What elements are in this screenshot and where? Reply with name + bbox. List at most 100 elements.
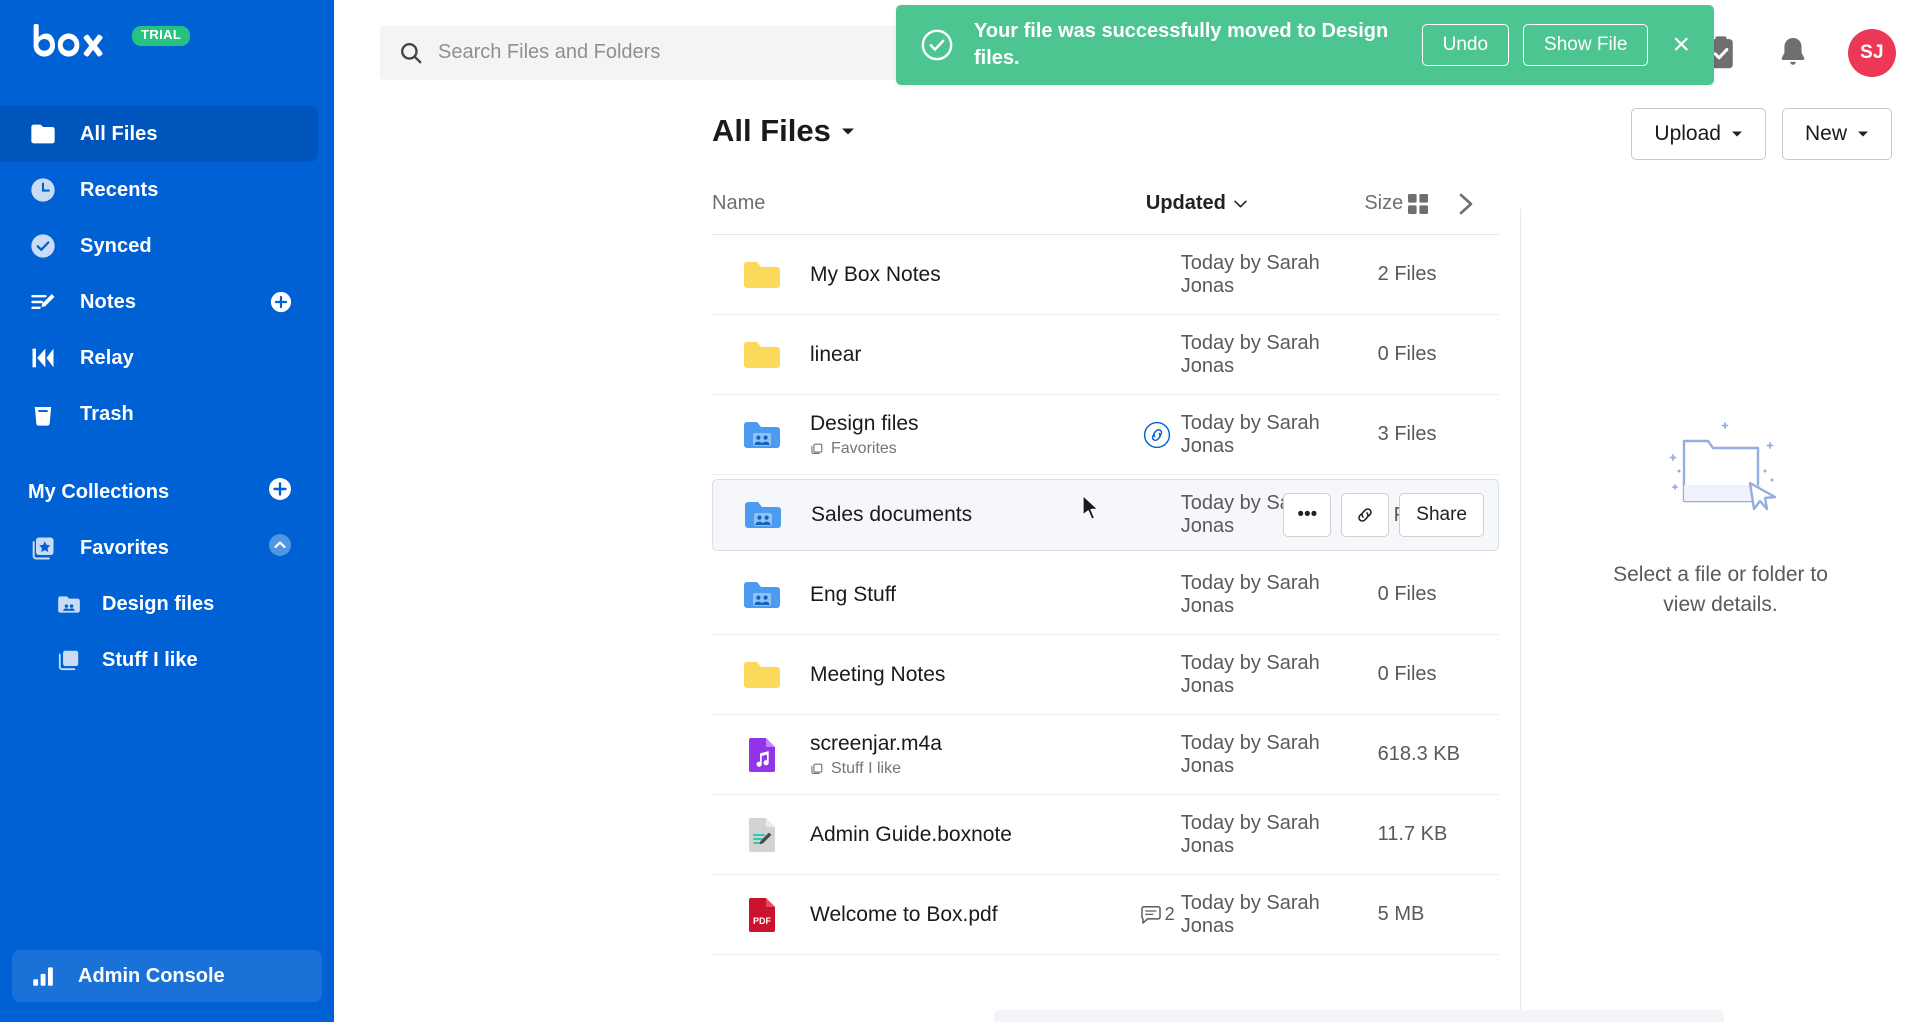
folder-shared-icon bbox=[735, 499, 791, 531]
row-badge[interactable] bbox=[1134, 421, 1181, 449]
table-row[interactable]: linear Today by Sarah Jonas 0 Files bbox=[712, 315, 1499, 395]
new-label: New bbox=[1804, 122, 1847, 145]
file-size: 0 Files bbox=[1377, 663, 1437, 685]
undo-button[interactable]: Undo bbox=[1421, 24, 1510, 66]
svg-text:PDF: PDF bbox=[753, 916, 772, 926]
new-button[interactable]: New bbox=[1781, 108, 1892, 160]
table-row[interactable]: Eng Stuff Today by Sarah Jonas 0 Files bbox=[712, 555, 1499, 635]
sidebar-item-stuff-i-like[interactable]: Stuff I like bbox=[0, 632, 334, 688]
collection-tag-icon bbox=[810, 762, 824, 776]
upload-button[interactable]: Upload bbox=[1631, 108, 1766, 160]
clock-icon bbox=[28, 175, 58, 205]
shared-folder-icon bbox=[56, 591, 82, 617]
sidebar-item-synced[interactable]: Synced bbox=[0, 218, 334, 274]
column-header-name[interactable]: Name bbox=[712, 192, 1146, 215]
file-size: 618.3 KB bbox=[1377, 743, 1460, 765]
box-logo bbox=[33, 24, 103, 57]
sidebar-item-trash[interactable]: Trash bbox=[0, 386, 334, 442]
file-name-cell: Admin Guide.boxnote bbox=[790, 823, 1134, 847]
sidebar-item-label: Notes bbox=[80, 290, 137, 313]
table-row[interactable]: Admin Guide.boxnote Today by Sarah Jonas… bbox=[712, 795, 1499, 875]
table-row[interactable]: PDF Welcome to Box.pdf 2 Today by Sarah … bbox=[712, 875, 1499, 955]
table-row[interactable]: My Box Notes Today by Sarah Jonas 2 File… bbox=[712, 235, 1499, 315]
folder-shared-icon bbox=[734, 419, 790, 451]
row-action-buttons: ••• Share bbox=[1283, 493, 1484, 537]
show-file-button[interactable]: Show File bbox=[1523, 24, 1649, 66]
add-collection-icon[interactable] bbox=[268, 477, 292, 507]
relay-icon bbox=[28, 343, 58, 373]
folder-shared-icon bbox=[734, 579, 790, 611]
file-name: Eng Stuff bbox=[810, 582, 897, 606]
chevron-down-icon bbox=[1858, 131, 1868, 137]
sidebar-item-notes[interactable]: Notes bbox=[0, 274, 334, 330]
table-row[interactable]: screenjar.m4a Stuff I like Today by Sara… bbox=[712, 715, 1499, 795]
sidebar-item-favorites[interactable]: Favorites bbox=[0, 520, 334, 576]
file-name: Design files bbox=[810, 411, 919, 435]
notifications-bell-icon[interactable] bbox=[1776, 35, 1810, 71]
sidebar: TRIAL All Files Recents Synced Notes Rel… bbox=[0, 0, 334, 1022]
file-name: Admin Guide.boxnote bbox=[810, 822, 1012, 846]
file-collection-tag: Favorites bbox=[810, 440, 1134, 458]
file-updated: Today by Sarah Jonas bbox=[1180, 411, 1320, 457]
table-row[interactable]: Meeting Notes Today by Sarah Jonas 0 Fil… bbox=[712, 635, 1499, 715]
grid-view-icon[interactable] bbox=[1407, 193, 1429, 215]
main-area: Buy Now ? SJ bbox=[334, 0, 1920, 1022]
file-name-cell: linear bbox=[790, 343, 1134, 367]
favorites-icon bbox=[28, 533, 58, 563]
close-icon[interactable]: × bbox=[1666, 30, 1696, 60]
file-updated: Today by Sarah Jonas bbox=[1180, 651, 1320, 697]
table-row-selected[interactable]: Sales documents Today by Sarah Jonas 0 F… bbox=[712, 479, 1499, 551]
file-updated: Today by Sarah Jonas bbox=[1180, 251, 1320, 297]
page-title: All Files bbox=[712, 113, 831, 148]
table-row[interactable]: Design files Favorites Today by Sarah Jo… bbox=[712, 395, 1499, 475]
more-options-button[interactable]: ••• bbox=[1283, 493, 1332, 537]
folder-yellow-icon bbox=[734, 339, 790, 371]
file-collection-tag: Stuff I like bbox=[810, 760, 1134, 778]
admin-console-label: Admin Console bbox=[78, 964, 225, 987]
brand-logo-row[interactable]: TRIAL bbox=[0, 0, 334, 86]
copy-link-button[interactable] bbox=[1341, 493, 1390, 537]
shared-link-icon bbox=[1144, 421, 1171, 448]
check-circle-icon bbox=[28, 231, 58, 261]
expand-panel-chevron-icon[interactable] bbox=[1455, 192, 1477, 216]
comment-icon bbox=[1140, 905, 1161, 924]
file-name-cell: Eng Stuff bbox=[790, 583, 1134, 607]
my-collections-label: My Collections bbox=[28, 480, 170, 503]
comment-count-value: 2 bbox=[1164, 904, 1175, 924]
file-list: All Files Name Updated Size My Box Notes… bbox=[334, 113, 1499, 955]
column-header-updated[interactable]: Updated bbox=[1146, 192, 1364, 215]
row-badge[interactable]: 2 bbox=[1134, 904, 1181, 925]
sidebar-item-label: Synced bbox=[80, 234, 152, 257]
audio-file-icon bbox=[734, 737, 790, 773]
upload-label: Upload bbox=[1654, 122, 1721, 145]
admin-console-button[interactable]: Admin Console bbox=[12, 950, 322, 1002]
trash-icon bbox=[28, 399, 58, 429]
avatar[interactable]: SJ bbox=[1848, 28, 1896, 77]
sidebar-item-relay[interactable]: Relay bbox=[0, 330, 334, 386]
box-app-window: TRIAL All Files Recents Synced Notes Rel… bbox=[0, 0, 1920, 1022]
file-name: My Box Notes bbox=[810, 262, 941, 286]
breadcrumb[interactable]: All Files bbox=[712, 113, 1499, 149]
folder-yellow-icon bbox=[734, 659, 790, 691]
notes-icon bbox=[28, 287, 58, 317]
sidebar-item-design-files[interactable]: Design files bbox=[0, 576, 334, 632]
sidebar-item-label: Favorites bbox=[80, 536, 169, 559]
chevron-down-icon[interactable] bbox=[841, 127, 855, 136]
sidebar-item-recents[interactable]: Recents bbox=[0, 162, 334, 218]
share-button[interactable]: Share bbox=[1399, 493, 1484, 537]
sidebar-item-label: All Files bbox=[80, 122, 158, 145]
chevron-up-icon[interactable] bbox=[268, 533, 292, 563]
file-updated: Today by Sarah Jonas bbox=[1180, 891, 1320, 937]
file-updated: Today by Sarah Jonas bbox=[1180, 811, 1320, 857]
empty-folder-illustration bbox=[1651, 419, 1791, 536]
chevron-down-icon bbox=[1731, 131, 1742, 137]
pdf-file-icon: PDF bbox=[734, 897, 790, 933]
search-icon bbox=[398, 40, 424, 66]
details-empty-text: Select a file or folder to view details. bbox=[1613, 563, 1828, 617]
add-note-icon[interactable] bbox=[270, 291, 292, 313]
toast-message: Your file was successfully moved to Desi… bbox=[974, 20, 1389, 69]
collection-tag-label: Favorites bbox=[831, 439, 897, 457]
content-area: All Files Name Updated Size My Box Notes… bbox=[334, 105, 1920, 1022]
file-size: 11.7 KB bbox=[1377, 823, 1448, 845]
sidebar-item-all-files[interactable]: All Files bbox=[0, 106, 318, 162]
